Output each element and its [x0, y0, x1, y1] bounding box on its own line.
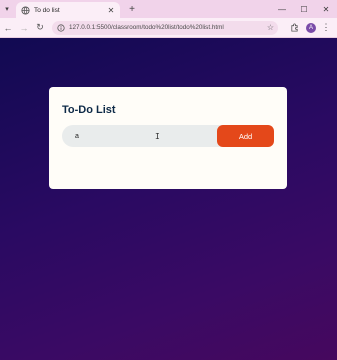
back-arrow-icon[interactable]: ← [0, 18, 16, 38]
task-input[interactable] [62, 125, 222, 147]
globe-icon [20, 5, 30, 15]
browser-toolbar: ← → ↻ 127.0.0.1:5500/classroom/todo%20li… [0, 18, 337, 38]
url-text: 127.0.0.1:5500/classroom/todo%20list/tod… [69, 24, 224, 31]
site-info-icon[interactable] [56, 23, 65, 32]
page-title: To-Do List [62, 104, 116, 116]
address-bar[interactable]: 127.0.0.1:5500/classroom/todo%20list/tod… [52, 20, 278, 35]
new-tab-plus-icon[interactable]: + [126, 4, 138, 15]
reload-icon[interactable]: ↻ [32, 18, 48, 38]
browser-tab[interactable]: To do list ✕ [16, 2, 120, 18]
tab-search-chevron-down-icon[interactable]: ▾ [0, 0, 14, 18]
page-background: To-Do List I Add [0, 38, 337, 360]
tab-title: To do list [34, 6, 60, 14]
browser-tab-bar: ▾ To do list ✕ + — ☐ ✕ [0, 0, 337, 18]
bookmark-star-icon[interactable]: ☆ [267, 23, 274, 32]
kebab-menu-icon[interactable]: ⋮ [319, 18, 333, 38]
add-button[interactable]: Add [217, 125, 274, 147]
task-input-row: I Add [62, 125, 274, 147]
profile-avatar[interactable]: A [306, 22, 316, 33]
window-controls: — ☐ ✕ [271, 0, 337, 18]
tab-close-icon[interactable]: ✕ [106, 6, 116, 15]
forward-arrow-icon[interactable]: → [16, 18, 32, 38]
extensions-puzzle-icon[interactable] [286, 18, 302, 38]
todo-card: To-Do List I Add [49, 87, 287, 189]
window-close-icon[interactable]: ✕ [315, 0, 337, 18]
minimize-icon[interactable]: — [271, 0, 293, 18]
maximize-icon[interactable]: ☐ [293, 0, 315, 18]
